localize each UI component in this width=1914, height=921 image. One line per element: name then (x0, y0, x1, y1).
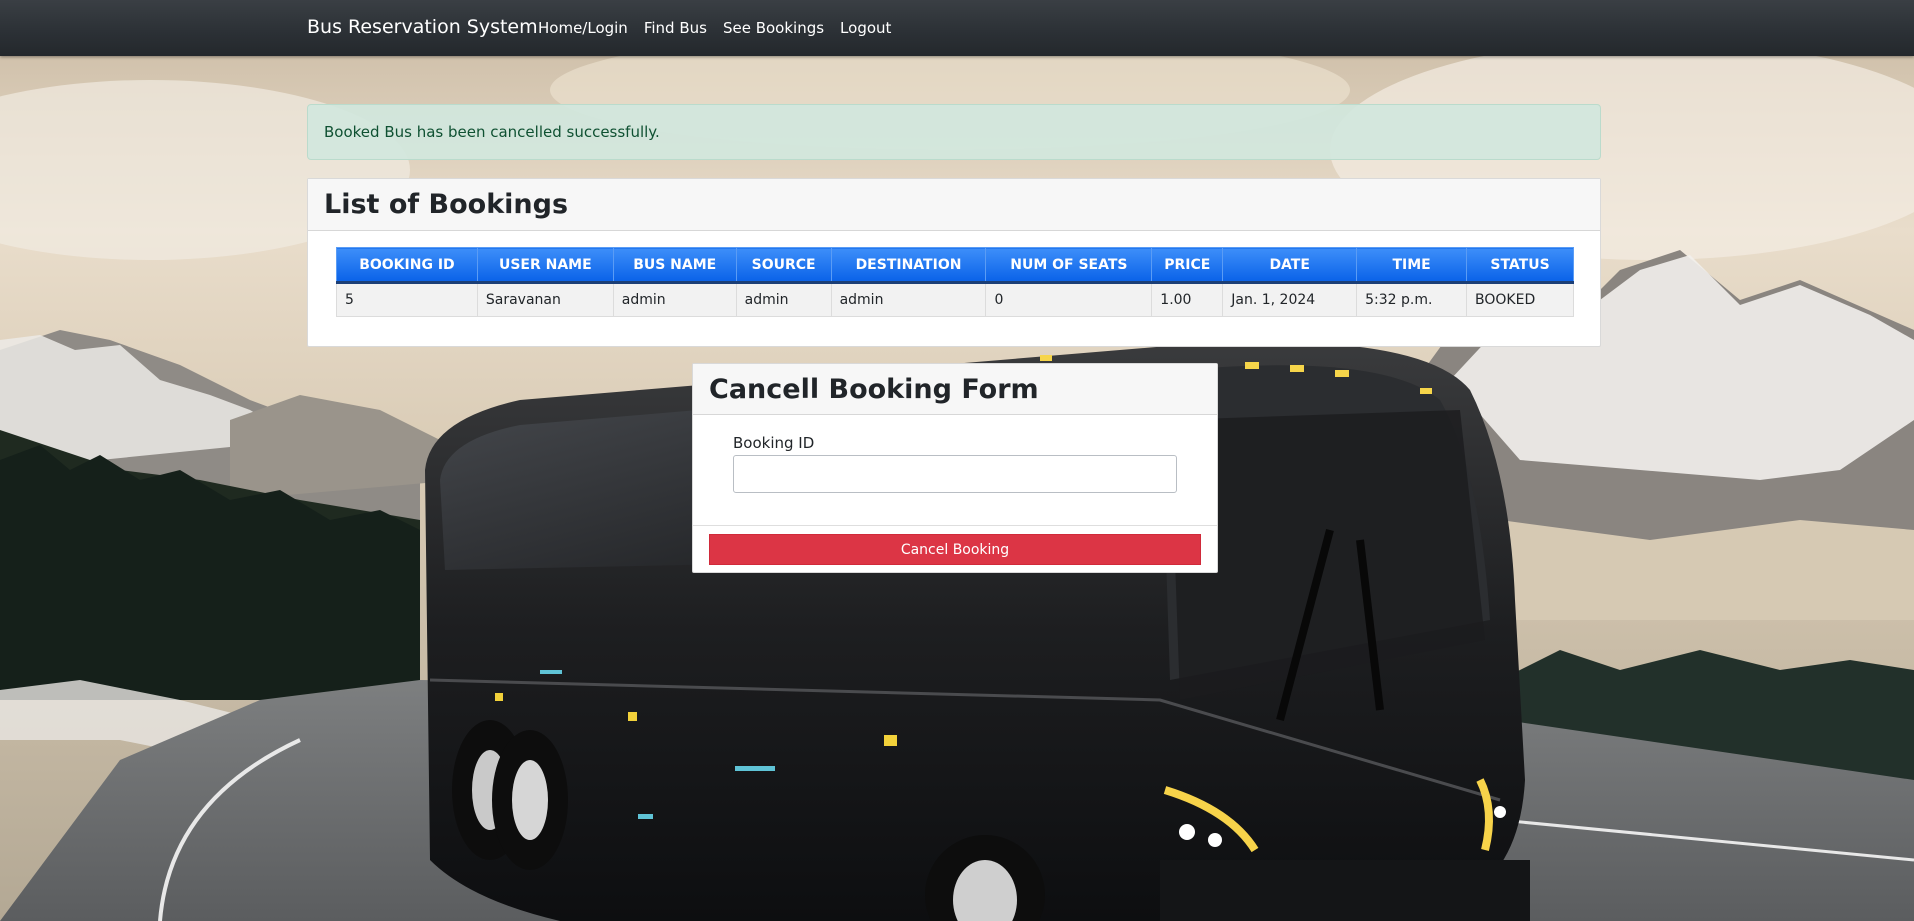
column-header-num-of-seats: NUM OF SEATS (985, 247, 1153, 284)
cell-source: admin (735, 282, 832, 317)
bookings-card: List of Bookings BOOKING ID USER NAME BU… (307, 178, 1601, 347)
column-header-source: SOURCE (735, 247, 832, 284)
cancel-form-header: Cancell Booking Form (693, 364, 1217, 415)
cell-status: BOOKED (1466, 282, 1574, 317)
cell-bus-name: admin (612, 282, 737, 317)
cancel-booking-form: Cancell Booking Form Booking ID Cancel B… (692, 363, 1218, 573)
bookings-table: BOOKING ID USER NAME BUS NAME SOURCE DES… (336, 247, 1574, 317)
column-header-time: TIME (1356, 247, 1468, 284)
column-header-price: PRICE (1151, 247, 1224, 284)
column-header-booking-id: BOOKING ID (336, 247, 478, 284)
column-header-user-name: USER NAME (476, 247, 614, 284)
cell-date: Jan. 1, 2024 (1222, 282, 1358, 317)
nav-link-see-bookings[interactable]: See Bookings (723, 19, 824, 37)
column-header-status: STATUS (1466, 247, 1574, 284)
bookings-card-header: List of Bookings (308, 179, 1600, 231)
cell-destination: admin (830, 282, 987, 317)
column-header-date: DATE (1222, 247, 1358, 284)
cell-time: 5:32 p.m. (1356, 282, 1468, 317)
cell-user-name: Saravanan (476, 282, 614, 317)
nav-link-logout[interactable]: Logout (840, 19, 891, 37)
column-header-bus-name: BUS NAME (612, 247, 737, 284)
nav-links: Home/Login Find Bus See Bookings Logout (538, 19, 891, 37)
success-alert: Booked Bus has been cancelled successful… (307, 104, 1601, 160)
booking-id-label: Booking ID (733, 434, 815, 452)
nav-link-home-login[interactable]: Home/Login (538, 19, 628, 37)
cell-num-of-seats: 0 (985, 282, 1153, 317)
column-header-destination: DESTINATION (830, 247, 987, 284)
brand-title[interactable]: Bus Reservation System (307, 16, 538, 38)
cell-booking-id: 5 (336, 282, 478, 317)
success-alert-message: Booked Bus has been cancelled successful… (324, 123, 660, 141)
table-header-row: BOOKING ID USER NAME BUS NAME SOURCE DES… (336, 247, 1574, 284)
top-navbar: Bus Reservation System Home/Login Find B… (0, 0, 1914, 56)
cell-price: 1.00 (1151, 282, 1224, 317)
form-divider (693, 525, 1217, 526)
cancel-booking-button[interactable]: Cancel Booking (709, 534, 1201, 565)
nav-link-find-bus[interactable]: Find Bus (644, 19, 707, 37)
cancel-form-title: Cancell Booking Form (709, 373, 1039, 405)
table-row: 5 Saravanan admin admin admin 0 1.00 Jan… (336, 282, 1574, 317)
booking-id-input[interactable] (733, 455, 1177, 493)
bookings-title: List of Bookings (324, 189, 569, 220)
